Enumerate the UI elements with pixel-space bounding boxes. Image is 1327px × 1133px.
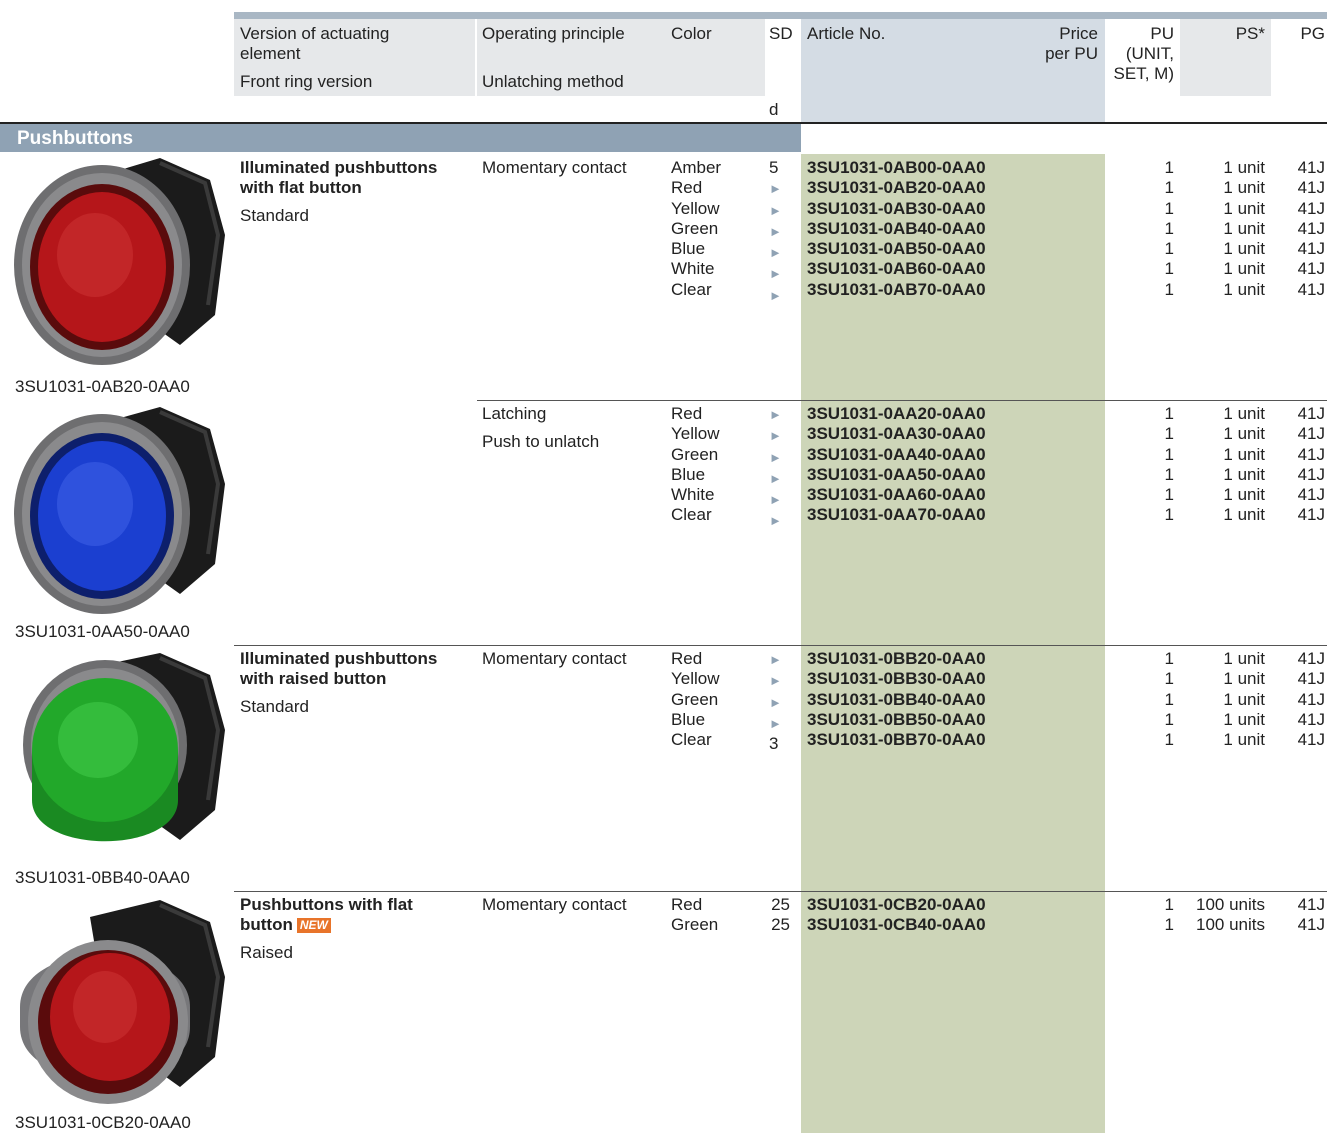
sd-4: 25 25 bbox=[764, 895, 790, 936]
front-ring-3: Standard bbox=[240, 697, 309, 716]
articles-3: 3SU1031-0BB20-0AA0 3SU1031-0BB30-0AA0 3S… bbox=[807, 649, 986, 750]
articles-2: 3SU1031-0AA20-0AA0 3SU1031-0AA30-0AA0 3S… bbox=[807, 404, 986, 525]
group-separator-2 bbox=[234, 645, 1327, 646]
pushbutton-green-icon bbox=[23, 653, 225, 842]
front-ring-4: Raised bbox=[240, 943, 293, 962]
image-caption-1: 3SU1031-0AB20-0AA0 bbox=[15, 377, 190, 396]
header-price: Price per PU bbox=[1045, 24, 1098, 63]
header-ps: PS* bbox=[1235, 24, 1265, 43]
colors-4: Red Green bbox=[671, 895, 719, 935]
header-top-bar bbox=[234, 12, 1327, 19]
header-front-ring: Front ring version bbox=[240, 72, 373, 91]
sd-value: 5 bbox=[769, 158, 779, 177]
version-4: Pushbuttons with flat button NEW bbox=[240, 895, 413, 934]
delivery-arrow-icon: ► bbox=[769, 715, 782, 731]
principle-1: Momentary contact bbox=[482, 158, 627, 177]
pg-3: 41J 41J 41J 41J 41J bbox=[1297, 649, 1325, 750]
delivery-arrow-icon: ► bbox=[769, 245, 782, 261]
pg-2: 41J 41J 41J 41J 41J 41J bbox=[1297, 404, 1325, 525]
pu-3: 1 1 1 1 1 bbox=[1164, 649, 1174, 750]
principle-3: Momentary contact bbox=[482, 649, 627, 668]
header-article: Article No. bbox=[807, 24, 886, 43]
principle-4: Momentary contact bbox=[482, 895, 627, 914]
sd-value: 25 bbox=[771, 895, 790, 914]
pushbutton-blue-icon bbox=[14, 407, 225, 614]
delivery-arrow-icon: ► bbox=[769, 470, 782, 486]
ps-1: 1 unit 1 unit 1 unit 1 unit 1 unit 1 uni… bbox=[1223, 158, 1265, 299]
colors-2: Red Yellow Green Blue White Clear bbox=[671, 404, 720, 525]
ps-3: 1 unit 1 unit 1 unit 1 unit 1 unit bbox=[1223, 649, 1265, 750]
header-version: Version of actuating element bbox=[240, 24, 390, 63]
articles-1: 3SU1031-0AB00-0AA0 3SU1031-0AB20-0AA0 3S… bbox=[807, 158, 986, 299]
ps-2: 1 unit 1 unit 1 unit 1 unit 1 unit 1 uni… bbox=[1223, 404, 1265, 525]
header-color: Color bbox=[671, 24, 712, 43]
delivery-arrow-icon: ► bbox=[769, 449, 782, 465]
pushbutton-red-raised-icon bbox=[20, 900, 225, 1104]
pu-1: 1 1 1 1 1 1 1 bbox=[1164, 158, 1174, 299]
articles-4: 3SU1031-0CB20-0AA0 3SU1031-0CB40-0AA0 bbox=[807, 895, 986, 935]
pu-4: 1 1 bbox=[1164, 895, 1174, 935]
delivery-arrow-icon: ► bbox=[769, 513, 782, 529]
delivery-arrow-icon: ► bbox=[769, 181, 782, 197]
delivery-arrow-icon: ► bbox=[769, 223, 782, 239]
sd-3: ► ► ► ► 3 bbox=[769, 649, 782, 754]
article-column-bg bbox=[801, 154, 1105, 1133]
pushbutton-red-icon bbox=[14, 158, 225, 365]
header-pu: PU (UNIT, SET, M) bbox=[1113, 24, 1174, 83]
sd-value: 3 bbox=[769, 734, 779, 754]
colors-1: Amber Red Yellow Green Blue White Clear bbox=[671, 158, 722, 299]
front-ring-1: Standard bbox=[240, 206, 309, 225]
pg-1: 41J 41J 41J 41J 41J 41J 41J bbox=[1297, 158, 1325, 299]
version-3: Illuminated pushbuttons with raised butt… bbox=[240, 649, 438, 688]
pu-2: 1 1 1 1 1 1 bbox=[1164, 404, 1174, 525]
ps-4: 100 units 100 units bbox=[1196, 895, 1265, 935]
image-caption-3: 3SU1031-0BB40-0AA0 bbox=[15, 868, 190, 887]
delivery-arrow-icon: ► bbox=[769, 673, 782, 689]
header-sd: SD bbox=[769, 24, 793, 43]
sd-1: 5 ► ► ► ► ► ► bbox=[769, 158, 782, 306]
section-title: Pushbuttons bbox=[17, 128, 134, 149]
header-principle: Operating principle bbox=[482, 24, 625, 43]
new-badge: NEW bbox=[296, 918, 331, 933]
delivery-arrow-icon: ► bbox=[769, 202, 782, 218]
principle-2: Latching bbox=[482, 404, 547, 423]
delivery-arrow-icon: ► bbox=[769, 492, 782, 508]
delivery-arrow-icon: ► bbox=[769, 694, 782, 710]
delivery-arrow-icon: ► bbox=[769, 266, 782, 282]
version-1: Illuminated pushbuttons with flat button bbox=[240, 158, 438, 197]
pg-4: 41J 41J bbox=[1297, 895, 1325, 935]
header-unlatching: Unlatching method bbox=[482, 72, 624, 91]
colors-3: Red Yellow Green Blue Clear bbox=[671, 649, 720, 750]
sd-2: ► ► ► ► ► ► bbox=[769, 404, 782, 532]
sd-value: 25 bbox=[771, 915, 790, 935]
delivery-arrow-icon: ► bbox=[769, 428, 782, 444]
delivery-arrow-icon: ► bbox=[769, 652, 782, 667]
group-separator-3 bbox=[234, 891, 1327, 892]
image-caption-4: 3SU1031-0CB20-0AA0 bbox=[15, 1113, 191, 1132]
header-pg: PG bbox=[1300, 24, 1325, 43]
image-caption-2: 3SU1031-0AA50-0AA0 bbox=[15, 622, 190, 641]
delivery-arrow-icon: ► bbox=[769, 407, 782, 422]
header-sd-unit: d bbox=[769, 100, 779, 119]
group-separator-1 bbox=[477, 400, 1327, 401]
delivery-arrow-icon: ► bbox=[769, 287, 782, 303]
unlatch-2: Push to unlatch bbox=[482, 432, 600, 451]
